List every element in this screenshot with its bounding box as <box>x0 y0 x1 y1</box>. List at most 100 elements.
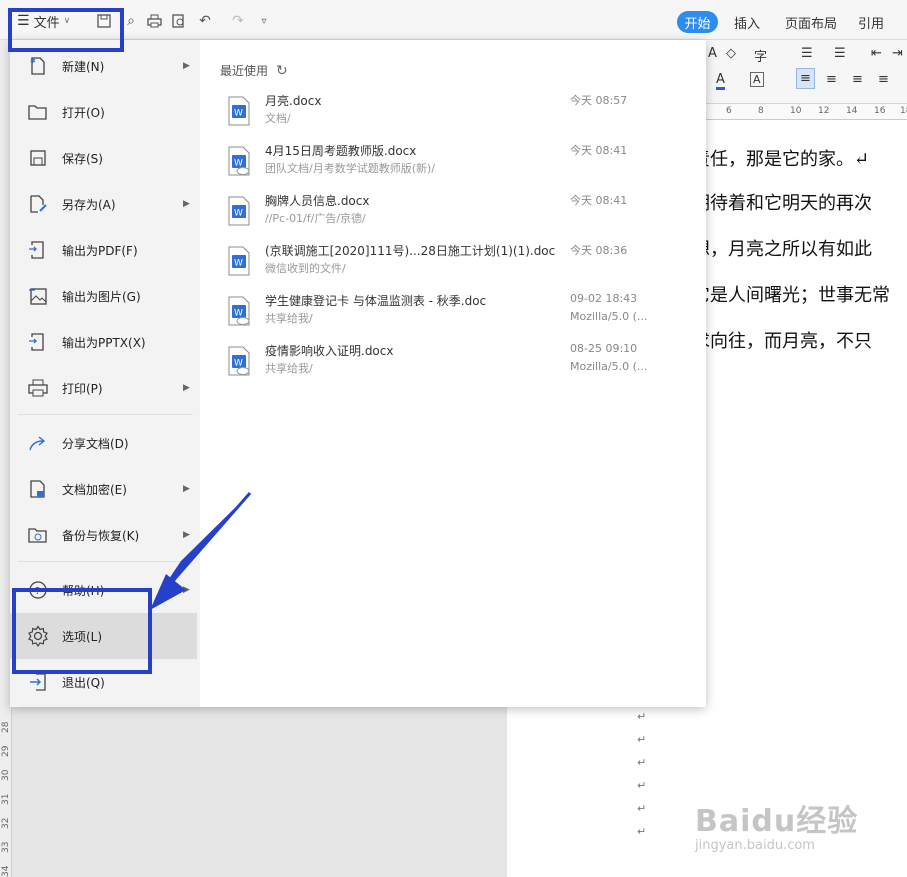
menu-separator <box>18 414 193 415</box>
print-quick-icon[interactable] <box>144 11 164 31</box>
menu-item-backup[interactable]: 备份与恢复(K) ▶ <box>10 512 197 558</box>
tab-insert[interactable]: 插入 <box>734 11 760 33</box>
save-icon <box>26 146 50 170</box>
eraser-icon[interactable]: ◇ <box>726 46 736 61</box>
word-doc-icon: W <box>228 346 250 376</box>
doc-line: 想，月亮之所以有如此 <box>692 239 872 260</box>
recent-file-name: 月亮.docx <box>265 94 322 108</box>
ruler-tick: 6 <box>726 106 732 116</box>
menu-item-export-pdf[interactable]: 输出为PDF(F) <box>10 227 197 273</box>
justify-icon[interactable]: ≡ <box>878 72 889 87</box>
menu-item-open[interactable]: 打开(O) <box>10 89 197 135</box>
increase-indent-icon[interactable]: ⇥ <box>892 46 903 61</box>
ruler-tick: 18 <box>900 106 907 116</box>
doc-line: 期待着和它明天的再次 <box>692 193 872 214</box>
recent-file-item[interactable]: W 4月15日周考题教师版.docx 团队文档/月考数学试题教师版(新)/ 今天 08… <box>224 140 664 188</box>
recent-file-path: 团队文档/月考数学试题教师版(新)/ <box>265 162 435 175</box>
menu-item-share[interactable]: 分享文档(D) <box>10 420 197 466</box>
recent-file-item[interactable]: W 胸牌人员信息.docx //Pc-01/f/广告/京德/今天 08:41 <box>224 190 664 238</box>
submenu-arrow-icon: ▶ <box>183 199 190 209</box>
ruler-number: 31 <box>1 793 11 805</box>
numbered-list-icon[interactable]: ☰ <box>834 46 846 61</box>
horizontal-ruler: 6 8 10 12 14 16 18 <box>706 104 907 120</box>
preview-quick-icon[interactable] <box>169 11 189 31</box>
tab-page-layout[interactable]: 页面布局 <box>785 11 837 33</box>
word-doc-icon: W <box>228 96 250 126</box>
paragraph-mark: ↵ <box>637 733 647 746</box>
recent-file-name: 学生健康登记卡 与体温监测表 - 秋季.doc <box>265 294 487 308</box>
ribbon-tools: A ◇ 字 ☰ ☰ ⇤ ⇥ A A ≡ ≡ ≡ ≡ <box>706 40 907 104</box>
recent-file-time: 09-02 18:43 <box>570 292 638 305</box>
word-doc-icon: W <box>228 196 250 226</box>
ruler-tick: 10 <box>790 106 802 116</box>
phonetic-icon[interactable]: 字 <box>754 46 767 65</box>
grow-font-icon[interactable]: A <box>708 46 717 61</box>
font-color-icon[interactable]: A <box>716 72 725 90</box>
export-pdf-icon <box>26 238 50 262</box>
submenu-arrow-icon: ▶ <box>183 530 190 540</box>
recent-files-panel: 最近使用 ↻ W 月亮.docx 文档/今天 08:57 W 4月15日周考题教师版.d… <box>200 40 706 707</box>
recent-file-time: 08-25 09:10 <box>570 342 638 355</box>
menu-item-export-image[interactable]: 输出为图片(G) <box>10 273 197 319</box>
align-center-icon[interactable]: ≡ <box>826 72 837 87</box>
recent-title-label: 最近使用 <box>220 64 269 78</box>
submenu-arrow-icon: ▶ <box>183 585 190 595</box>
menu-item-print[interactable]: 打印(P) ▶ <box>10 365 197 411</box>
tab-start[interactable]: 开始 <box>677 11 718 33</box>
annotation-highlight-file <box>8 8 124 52</box>
refresh-icon[interactable]: ↻ <box>276 63 288 79</box>
recent-file-time: 今天 08:36 <box>570 244 628 257</box>
menu-separator <box>18 561 193 562</box>
ruler-number: 32 <box>1 817 11 829</box>
backup-icon <box>26 523 50 547</box>
tab-reference[interactable]: 引用 <box>858 11 884 33</box>
menu-item-save[interactable]: 保存(S) <box>10 135 197 181</box>
save-as-icon <box>26 192 50 216</box>
print-icon <box>26 376 50 400</box>
customize-dropdown-icon[interactable]: ▿ <box>254 11 274 31</box>
undo-icon[interactable]: ↶ <box>195 11 215 31</box>
decrease-indent-icon[interactable]: ⇤ <box>871 46 882 61</box>
doc-line: 责任，那是它的家。↵ <box>692 149 870 170</box>
menu-item-encrypt[interactable]: 文档加密(E) ▶ <box>10 466 197 512</box>
recent-file-path: 文档/ <box>265 112 291 125</box>
recent-file-source: Mozilla/5.0 (... <box>570 310 648 323</box>
svg-text:W: W <box>234 359 243 369</box>
recent-file-path: //Pc-01/f/广告/京德/ <box>265 212 366 225</box>
encrypt-icon <box>26 477 50 501</box>
align-right-icon[interactable]: ≡ <box>852 72 863 87</box>
paragraph-mark: ↵ <box>637 825 647 838</box>
recent-file-item[interactable]: W (京联调施工[2020]111号)...28日施工计划(1)(1).doc 微信… <box>224 240 664 288</box>
svg-text:✱: ✱ <box>30 57 36 65</box>
bullet-list-icon[interactable]: ☰ <box>801 46 813 61</box>
recent-file-time: 今天 08:41 <box>570 144 628 157</box>
recent-file-name: 胸牌人员信息.docx <box>265 194 370 208</box>
redo-icon[interactable]: ↷ <box>228 11 248 31</box>
char-border-icon[interactable]: A <box>750 72 764 87</box>
ruler-tick: 8 <box>758 106 764 116</box>
recent-file-time: 今天 08:41 <box>570 194 628 207</box>
recent-file-item[interactable]: W 疫情影响收入证明.docx 共享给我/08-25 09:10 Mozilla/5.… <box>224 340 664 388</box>
submenu-arrow-icon: ▶ <box>183 61 190 71</box>
ruler-tick: 14 <box>846 106 858 116</box>
paragraph-mark: ↵ <box>637 710 647 723</box>
menu-item-save-as[interactable]: 另存为(A) ▶ <box>10 181 197 227</box>
share-icon <box>26 431 50 455</box>
recent-file-item[interactable]: W 学生健康登记卡 与体温监测表 - 秋季.doc 共享给我/09-02 18:43… <box>224 290 664 338</box>
svg-text:W: W <box>234 209 243 219</box>
align-left-icon[interactable]: ≡ <box>796 68 815 89</box>
ruler-number: 33 <box>1 841 11 853</box>
recent-file-name: 4月15日周考题教师版.docx <box>265 144 417 158</box>
menu-item-export-pptx[interactable]: 输出为PPTX(X) <box>10 319 197 365</box>
svg-text:W: W <box>234 109 243 119</box>
search-quick-icon[interactable]: ⌕ <box>121 11 141 31</box>
recent-file-item[interactable]: W 月亮.docx 文档/今天 08:57 <box>224 90 664 138</box>
svg-text:W: W <box>234 159 243 169</box>
ruler-number: 30 <box>1 769 11 781</box>
submenu-arrow-icon: ▶ <box>183 383 190 393</box>
recent-file-path: 微信收到的文件/ <box>265 262 346 275</box>
recent-title: 最近使用 ↻ <box>220 62 288 79</box>
ruler-tick: 12 <box>818 106 830 116</box>
recent-file-time: 今天 08:57 <box>570 94 628 107</box>
word-doc-icon: W <box>228 296 250 326</box>
